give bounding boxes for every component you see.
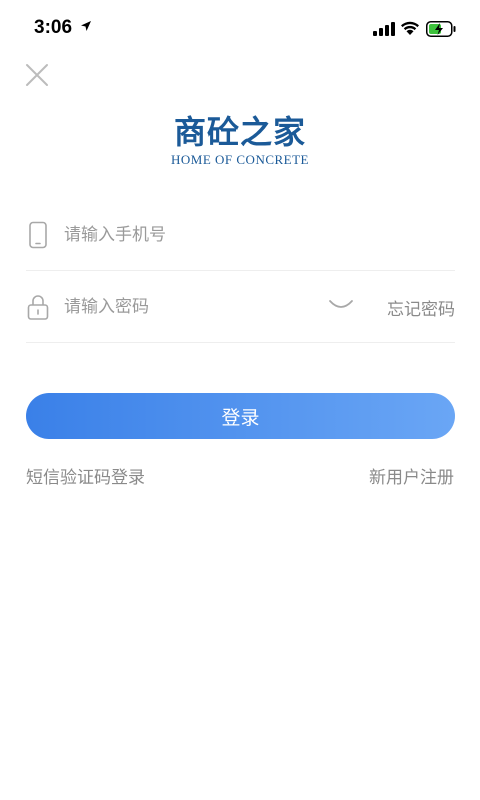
app-logo: 商砼之家 HOME OF CONCRETE (165, 112, 315, 172)
battery-charging-icon (426, 21, 456, 37)
signal-icon (373, 22, 395, 36)
phone-icon (29, 221, 47, 249)
close-icon[interactable] (24, 62, 50, 88)
login-button[interactable]: 登录 (26, 393, 455, 439)
forgot-password-link[interactable]: 忘记密码 (387, 295, 455, 320)
password-field-row: 忘记密码 (26, 271, 455, 343)
phone-field-row (26, 199, 455, 271)
eye-closed-icon[interactable] (328, 299, 354, 311)
register-link[interactable]: 新用户注册 (369, 463, 454, 488)
wifi-icon (401, 21, 419, 35)
lock-icon (27, 295, 49, 320)
status-time: 3:06 (34, 17, 73, 38)
logo-title-cn: 商砼之家 (173, 113, 306, 151)
status-bar: 3:06 (0, 0, 480, 60)
sms-login-link[interactable]: 短信验证码登录 (26, 463, 145, 488)
location-arrow-icon (81, 21, 91, 31)
password-input[interactable] (64, 291, 304, 323)
logo-title-en: HOME OF CONCRETE (170, 152, 309, 167)
phone-input[interactable] (64, 219, 304, 251)
